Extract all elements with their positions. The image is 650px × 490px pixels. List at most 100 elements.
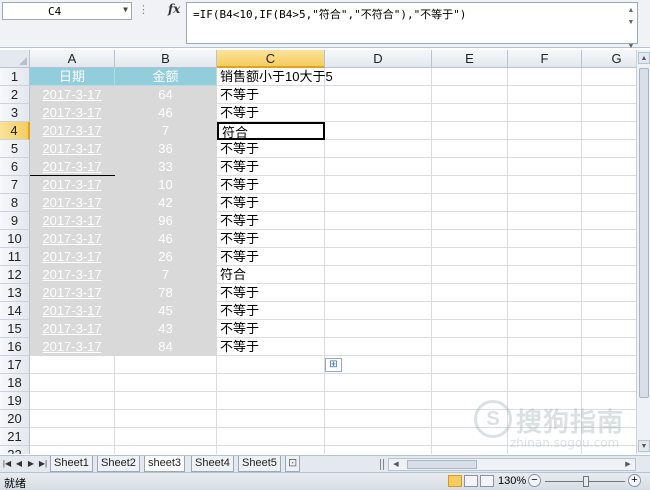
row-header-11[interactable]: 11 xyxy=(0,248,30,266)
cell-f11[interactable] xyxy=(508,248,582,266)
column-header-f[interactable]: F xyxy=(508,50,582,68)
column-header-e[interactable]: E xyxy=(432,50,508,68)
zoom-out-button[interactable]: − xyxy=(528,474,541,487)
cell-c20[interactable] xyxy=(217,410,325,428)
amount-cell[interactable]: 33 xyxy=(115,158,217,176)
cell-f2[interactable] xyxy=(508,86,582,104)
scroll-up-icon[interactable]: ▲ xyxy=(638,52,650,64)
cell-d13[interactable] xyxy=(325,284,432,302)
cell-e12[interactable] xyxy=(432,266,508,284)
result-cell[interactable]: 不等于 xyxy=(217,320,325,338)
cell-e2[interactable] xyxy=(432,86,508,104)
cell-d18[interactable] xyxy=(325,374,432,392)
cell-e18[interactable] xyxy=(432,374,508,392)
result-cell[interactable]: 不等于 xyxy=(217,302,325,320)
cell-d16[interactable] xyxy=(325,338,432,356)
cell-f16[interactable] xyxy=(508,338,582,356)
first-sheet-icon[interactable]: |◀ xyxy=(2,457,12,471)
result-cell[interactable]: 不等于 xyxy=(217,284,325,302)
formula-scroll[interactable]: ▲ ▼ ▼ xyxy=(626,5,636,53)
cell-a17[interactable] xyxy=(30,356,115,374)
sheet-tab-sheet5[interactable]: Sheet5 xyxy=(238,456,281,472)
date-cell[interactable]: 2017-3-17 xyxy=(30,230,115,248)
last-sheet-icon[interactable]: ▶| xyxy=(38,457,48,471)
vertical-scrollbar[interactable]: ▲ ▼ xyxy=(636,50,650,454)
cell-d5[interactable] xyxy=(325,140,432,158)
cell-a19[interactable] xyxy=(30,392,115,410)
scroll-right-icon[interactable]: ▶ xyxy=(622,459,634,470)
cell-e6[interactable] xyxy=(432,158,508,176)
cell-c17[interactable] xyxy=(217,356,325,374)
cell-f6[interactable] xyxy=(508,158,582,176)
cell-a22[interactable] xyxy=(30,446,115,454)
selected-cell-c4[interactable]: 符合 xyxy=(217,122,325,140)
amount-cell[interactable]: 96 xyxy=(115,212,217,230)
cell-f18[interactable] xyxy=(508,374,582,392)
amount-cell[interactable]: 78 xyxy=(115,284,217,302)
row-header-10[interactable]: 10 xyxy=(0,230,30,248)
prev-sheet-icon[interactable]: ◀ xyxy=(14,457,24,471)
cell-f13[interactable] xyxy=(508,284,582,302)
header-date[interactable]: 日期 xyxy=(30,68,115,86)
cell-b21[interactable] xyxy=(115,428,217,446)
row-header-13[interactable]: 13 xyxy=(0,284,30,302)
cell-c18[interactable] xyxy=(217,374,325,392)
cell-e3[interactable] xyxy=(432,104,508,122)
cell-d6[interactable] xyxy=(325,158,432,176)
row-header-17[interactable]: 17 xyxy=(0,356,30,374)
column-header-c[interactable]: C xyxy=(217,50,325,68)
cell-c19[interactable] xyxy=(217,392,325,410)
cell-d2[interactable] xyxy=(325,86,432,104)
row-header-8[interactable]: 8 xyxy=(0,194,30,212)
date-cell[interactable]: 2017-3-17 xyxy=(30,158,115,176)
row-header-7[interactable]: 7 xyxy=(0,176,30,194)
cell-b20[interactable] xyxy=(115,410,217,428)
cell-e7[interactable] xyxy=(432,176,508,194)
cell-c22[interactable] xyxy=(217,446,325,454)
cell-d4[interactable] xyxy=(325,122,432,140)
cell-e14[interactable] xyxy=(432,302,508,320)
cell-f4[interactable] xyxy=(508,122,582,140)
insert-sheet-icon[interactable]: ⊡ xyxy=(285,456,301,472)
date-cell[interactable]: 2017-3-17 xyxy=(30,266,115,284)
chevron-down-icon[interactable]: ▼ xyxy=(123,5,128,14)
row-header-20[interactable]: 20 xyxy=(0,410,30,428)
row-header-5[interactable]: 5 xyxy=(0,140,30,158)
result-cell[interactable]: 不等于 xyxy=(217,104,325,122)
result-cell[interactable]: 不等于 xyxy=(217,338,325,356)
sheet-tab-sheet3[interactable]: sheet3 xyxy=(144,456,186,472)
row-header-4[interactable]: 4 xyxy=(0,122,30,140)
cell-f1[interactable] xyxy=(508,68,582,86)
cell-d10[interactable] xyxy=(325,230,432,248)
result-cell[interactable]: 不等于 xyxy=(217,158,325,176)
amount-cell[interactable]: 45 xyxy=(115,302,217,320)
cell-d7[interactable] xyxy=(325,176,432,194)
row-header-12[interactable]: 12 xyxy=(0,266,30,284)
cell-d19[interactable] xyxy=(325,392,432,410)
cell-e5[interactable] xyxy=(432,140,508,158)
cell-f17[interactable] xyxy=(508,356,582,374)
cell-e11[interactable] xyxy=(432,248,508,266)
splitter-dots-icon[interactable]: ⋮ xyxy=(138,3,149,16)
result-cell[interactable]: 符合 xyxy=(217,266,325,284)
cell-b17[interactable] xyxy=(115,356,217,374)
amount-cell[interactable]: 46 xyxy=(115,104,217,122)
cell-e10[interactable] xyxy=(432,230,508,248)
date-cell[interactable]: 2017-3-17 xyxy=(30,248,115,266)
zoom-in-button[interactable]: + xyxy=(628,474,641,487)
amount-cell[interactable]: 84 xyxy=(115,338,217,356)
cell-f8[interactable] xyxy=(508,194,582,212)
cell-e16[interactable] xyxy=(432,338,508,356)
date-cell[interactable]: 2017-3-17 xyxy=(30,140,115,158)
cell-d21[interactable] xyxy=(325,428,432,446)
cell-e4[interactable] xyxy=(432,122,508,140)
vertical-scroll-thumb[interactable] xyxy=(639,68,649,398)
cell-d20[interactable] xyxy=(325,410,432,428)
amount-cell[interactable]: 43 xyxy=(115,320,217,338)
tab-split-handle[interactable] xyxy=(380,459,384,470)
row-header-15[interactable]: 15 xyxy=(0,320,30,338)
cell-d14[interactable] xyxy=(325,302,432,320)
paste-options-icon[interactable]: ⊞ xyxy=(325,358,342,372)
page-layout-view-icon[interactable] xyxy=(464,475,478,487)
cell-f12[interactable] xyxy=(508,266,582,284)
